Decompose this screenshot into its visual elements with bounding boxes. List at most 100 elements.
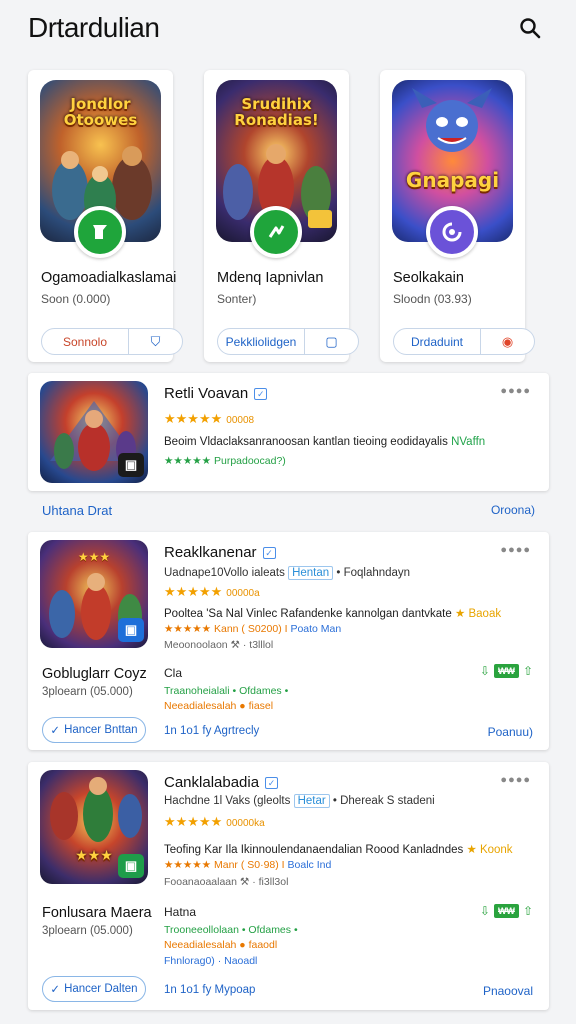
featured-card[interactable]: Jondlor Otoowes Ogamoadialkaslamai Soon …: [28, 70, 183, 362]
controller-icon: ▣: [118, 453, 144, 477]
info-line: Neeadialesalah ● faaodl: [164, 939, 277, 951]
tag-text: ★★★★★ Kann ( S0200) I: [164, 623, 288, 635]
game-title: Seolkakain: [393, 270, 464, 286]
more-link[interactable]: Pnaooval: [483, 984, 533, 998]
search-icon[interactable]: [518, 16, 542, 40]
genre-tag[interactable]: Hentan: [288, 566, 334, 580]
featured-card[interactable]: Srudihix Ronadias! Mdenq Iapnivlan Sonte…: [204, 70, 359, 362]
game-title-text: Canklalabadia: [164, 774, 260, 791]
action-button[interactable]: ✓ Hancer Dalten: [42, 976, 146, 1002]
description-highlight: NVaffn: [451, 436, 486, 448]
star-rating: ★★★★★ 00008: [164, 411, 254, 427]
game-size: 3ploearn (05.000): [42, 925, 133, 937]
game-subtitle: Gobluglarr Coyz: [42, 666, 147, 682]
game-thumbnail: ★★★ ▣: [40, 770, 148, 884]
rating-count: 00000ka: [226, 818, 265, 829]
star-rating: ★★★★★ 00000ka: [164, 814, 265, 830]
game-title-text: Retli Voavan: [164, 385, 249, 402]
price-badge[interactable]: ⇩ ₩₩ ⇧: [480, 664, 533, 678]
developer-link[interactable]: 1n 1o1 fy Agrtrecly: [164, 725, 259, 737]
install-button-label: Drdaduint: [410, 334, 464, 349]
check-icon: ✓: [50, 725, 61, 737]
stars-icon: ★★★★★: [164, 411, 223, 426]
more-options-icon[interactable]: ●●●●: [500, 774, 531, 786]
game-title: Canklalabadia ✓: [164, 774, 279, 791]
game-description: Pooltea 'Sa Nal Vinlec Rafandenke kannol…: [164, 606, 501, 620]
more-link[interactable]: Poanuu): [488, 725, 533, 739]
artwork-title: Gnapagi: [405, 168, 500, 192]
verified-icon: ✓: [254, 388, 268, 400]
developer-link[interactable]: 1n 1o1 fy Mypoap: [164, 984, 255, 996]
game-tags: ★★★★★ Kann ( S0200) I Poato Man: [164, 623, 341, 635]
developer-name: Cla: [164, 666, 183, 680]
game-extra: Fooanaoaalaan ⚒ · fi3ll3ol: [164, 876, 289, 888]
price-pill: ₩₩: [493, 664, 519, 678]
more-options-icon[interactable]: ●●●●: [500, 385, 531, 397]
game-title: Retli Voavan ✓: [164, 385, 268, 402]
game-list-card[interactable]: ★★★ ▣ Reaklkanenar ✓ ●●●● Uadnape10Vollo …: [28, 532, 549, 750]
stars-icon: ★★★★★: [164, 814, 223, 829]
game-description: Teofing Kar Ila Ikinnoulendanaendalian R…: [164, 842, 513, 856]
meta-text: Hachdne 1l Vaks (gleolts: [164, 795, 291, 807]
game-badge-icon: [74, 206, 126, 258]
download-icon: ⇩: [479, 904, 490, 918]
game-title: Mdenq Iapnivlan: [217, 270, 324, 286]
game-size: 3ploearn (05.000): [42, 686, 133, 698]
artwork-title: Srudihix Ronadias!: [234, 95, 319, 129]
info-line: Traanoheialali • Ofdames •: [164, 685, 288, 697]
game-list-card[interactable]: ▣ Retli Voavan ✓ ●●●● ★★★★★ 00008 Beoim Vl…: [28, 373, 549, 491]
bookmark-icon[interactable]: ▢: [304, 329, 358, 354]
device-icon: ▣: [118, 854, 144, 878]
tag-link[interactable]: Boalc Ind: [288, 859, 332, 871]
meta-text: Uadnape10Vollo ialeats: [164, 567, 285, 579]
price-pill: ₩₩: [493, 904, 519, 918]
game-title: Reaklkanenar ✓: [164, 544, 276, 561]
install-button[interactable]: Sonnolo ⛉: [41, 328, 183, 355]
game-title-text: Reaklkanenar: [164, 544, 257, 561]
price-badge[interactable]: ⇩ ₩₩ ⇧: [480, 904, 533, 918]
game-thumbnail: ★★★ ▣: [40, 540, 148, 648]
tag-link[interactable]: Poato Man: [290, 623, 341, 635]
info-text: Traanoheialali • Ofdames •: [164, 685, 289, 697]
see-all-link[interactable]: Oroona): [491, 503, 535, 517]
install-button[interactable]: Pekkliolidgen ▢: [217, 328, 359, 355]
action-button[interactable]: ✓ Hancer Bnttan: [42, 717, 146, 743]
install-button-label: Pekkliolidgen: [225, 334, 297, 349]
app-header: Drtardulian: [0, 0, 576, 58]
game-size: Sloodn (03.93): [393, 292, 472, 306]
game-meta: Uadnape10Vollo ialeats Hentan • Foqlahnd…: [164, 566, 411, 580]
genre-tag[interactable]: Hetar: [293, 794, 330, 808]
description-highlight: ★ Baoak: [454, 608, 502, 620]
info-text: Fhnlorag0) · Naoadl: [164, 955, 258, 967]
game-subtitle: Fonlusara Maera: [42, 905, 152, 921]
install-button[interactable]: Drdaduint ◉: [393, 328, 535, 355]
info-text: Neeadialesalah ● fiasel: [164, 700, 274, 712]
section-header: Uhtana Drat Oroona): [28, 503, 549, 523]
description-text: Pooltea 'Sa Nal Vinlec Rafandenke kannol…: [164, 608, 452, 620]
game-extra: Meoonoolaon ⚒ · t3lllol: [164, 639, 274, 651]
game-list-card[interactable]: ★★★ ▣ Canklalabadia ✓ ●●●● Hachdne 1l Vak…: [28, 762, 549, 1010]
verified-icon: ✓: [262, 547, 276, 559]
tag-text: ★★★★★ Purpadoocad?): [164, 455, 286, 467]
tag-text: ★★★★★ Manr ( S0·98) I: [164, 859, 285, 871]
description-text: Beoim Vldaclaksanranoosan kantlan tieoin…: [164, 436, 448, 448]
game-title: Ogamoadialkaslamai: [41, 270, 177, 286]
developer-name: Hatna: [164, 905, 197, 919]
info-text: Trooneeollolaan • Ofdames •: [164, 924, 298, 936]
game-badge-icon: [426, 206, 478, 258]
hero-illustration: [412, 88, 492, 152]
more-options-icon[interactable]: ●●●●: [500, 544, 531, 556]
verified-icon: ✓: [265, 777, 279, 789]
game-size: Sonter): [217, 292, 257, 306]
meta-tail: Dhereak S stadeni: [340, 795, 435, 807]
section-title: Uhtana Drat: [42, 503, 113, 518]
shield-icon[interactable]: ⛉: [128, 329, 182, 354]
description-text: Teofing Kar Ila Ikinnoulendanaendalian R…: [164, 844, 464, 856]
game-thumbnail: ▣: [40, 381, 148, 483]
game-tags: ★★★★★ Purpadoocad?): [164, 455, 286, 467]
info-line: Trooneeollolaan • Ofdames •: [164, 924, 298, 936]
stars-icon: ★★★★★: [164, 584, 223, 599]
share-icon: ⇧: [522, 664, 533, 678]
record-icon[interactable]: ◉: [480, 329, 534, 354]
featured-card[interactable]: Gnapagi Seolkakain Sloodn (03.93) Drdadu…: [380, 70, 535, 362]
